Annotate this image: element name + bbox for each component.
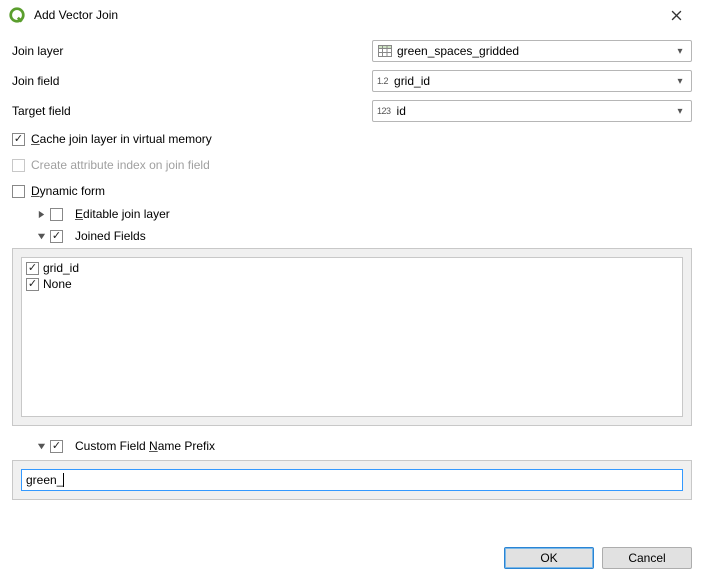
titlebar: Add Vector Join <box>0 0 704 30</box>
cancel-button[interactable]: Cancel <box>602 547 692 569</box>
editable-label: Editable join layer <box>75 207 170 221</box>
chevron-down-icon <box>673 106 687 117</box>
triangle-down-icon <box>37 442 46 451</box>
field-type-decimal-icon: 1.2 <box>377 76 388 86</box>
close-button[interactable] <box>656 1 696 29</box>
join-field-label: Join field <box>12 74 372 88</box>
joined-fields-expand-toggle[interactable] <box>34 229 48 243</box>
prefix-expand-toggle[interactable] <box>34 439 48 453</box>
target-field-combo[interactable]: 123 id <box>372 100 692 122</box>
cancel-button-label: Cancel <box>628 551 665 565</box>
field-name: None <box>43 277 72 291</box>
joined-fields-list[interactable]: grid_id None <box>21 257 683 417</box>
list-item[interactable]: None <box>26 276 678 292</box>
dynamic-form-label: Dynamic form <box>31 184 105 198</box>
prefix-label: Custom Field Name Prefix <box>75 439 215 453</box>
app-logo-icon <box>8 6 26 24</box>
cache-checkbox[interactable] <box>12 133 25 146</box>
cache-label: Cache join layer in virtual memory <box>31 132 212 146</box>
prefix-input[interactable]: green_ <box>21 469 683 491</box>
join-layer-label: Join layer <box>12 44 372 58</box>
text-caret <box>63 473 64 487</box>
create-index-checkbox <box>12 159 25 172</box>
list-item[interactable]: grid_id <box>26 260 678 276</box>
triangle-right-icon <box>37 210 46 219</box>
field-type-integer-icon: 123 <box>377 106 391 116</box>
join-layer-combo[interactable]: green_spaces_gridded <box>372 40 692 62</box>
target-field-label: Target field <box>12 104 372 118</box>
table-icon <box>377 45 393 57</box>
editable-expand-toggle[interactable] <box>34 207 48 221</box>
field-name: grid_id <box>43 261 79 275</box>
joined-fields-checkbox[interactable] <box>50 230 63 243</box>
triangle-down-icon <box>37 232 46 241</box>
joined-fields-label: Joined Fields <box>75 229 146 243</box>
editable-checkbox[interactable] <box>50 208 63 221</box>
target-field-value: id <box>397 104 673 118</box>
field-checkbox[interactable] <box>26 262 39 275</box>
window-title: Add Vector Join <box>34 8 656 22</box>
ok-button-label: OK <box>540 551 557 565</box>
close-icon <box>671 10 682 21</box>
join-field-value: grid_id <box>394 74 673 88</box>
chevron-down-icon <box>673 76 687 87</box>
joined-fields-panel: grid_id None <box>12 248 692 426</box>
field-checkbox[interactable] <box>26 278 39 291</box>
create-index-label: Create attribute index on join field <box>31 158 210 172</box>
prefix-input-value: green_ <box>26 473 63 487</box>
join-layer-value: green_spaces_gridded <box>397 44 673 58</box>
chevron-down-icon <box>673 46 687 57</box>
prefix-checkbox[interactable] <box>50 440 63 453</box>
ok-button[interactable]: OK <box>504 547 594 569</box>
join-field-combo[interactable]: 1.2 grid_id <box>372 70 692 92</box>
dynamic-form-checkbox[interactable] <box>12 185 25 198</box>
prefix-panel: green_ <box>12 460 692 500</box>
